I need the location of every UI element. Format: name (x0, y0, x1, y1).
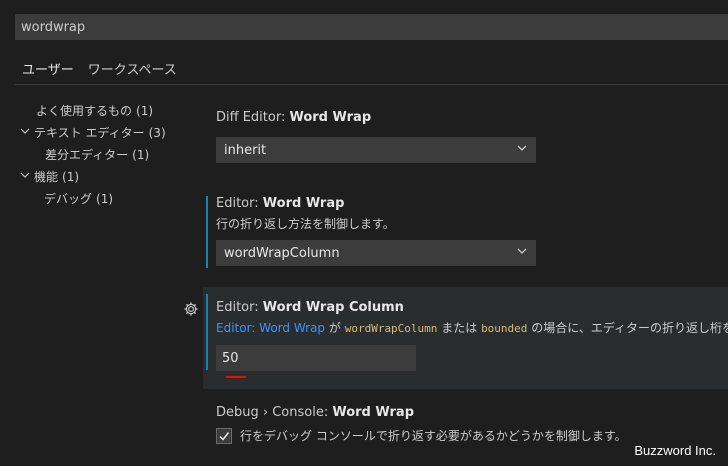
setting-description: 行の折り返し方法を制御します。 (216, 217, 395, 231)
watermark: Buzzword Inc. (634, 443, 716, 458)
select-value: wordWrapColumn (224, 245, 340, 261)
debug-word-wrap-checkbox[interactable] (216, 427, 232, 444)
toc-label: デバッグ (44, 192, 93, 206)
search-input-value[interactable]: wordwrap (21, 20, 85, 35)
setting-editor-word-wrap: Editor: Word Wrap 行の折り返し方法を制御します。 wordWr… (216, 196, 728, 266)
setting-debug-console-word-wrap: Debug › Console: Word Wrap 行をデバッグ コンソールで… (216, 405, 728, 444)
setting-editor-word-wrap-column: Editor: Word Wrap Column Editor: Word Wr… (216, 300, 728, 371)
setting-diff-editor-word-wrap: Diff Editor: Word Wrap inherit (216, 110, 728, 163)
toc-item-diff-editor[interactable]: 差分エディター (1) (31, 146, 149, 163)
modified-indicator (206, 196, 208, 268)
toc-item-features[interactable]: 機能 (1) (20, 168, 79, 185)
scope-tabs: ユーザー ワークスペース (15, 56, 184, 85)
checkbox-label: 行をデバッグ コンソールで折り返す必要があるかどうかを制御します。 (240, 429, 627, 443)
word-wrap-column-input[interactable]: 50 (216, 345, 416, 371)
toc-label: テキスト エディター (34, 126, 145, 140)
chevron-down-icon[interactable] (20, 170, 34, 183)
diff-word-wrap-select[interactable]: inherit (216, 137, 536, 163)
toc-label: 差分エディター (45, 148, 129, 162)
tab-user[interactable]: ユーザー (15, 56, 81, 85)
chevron-down-icon (516, 245, 528, 261)
toc-count: (1) (136, 103, 154, 118)
modified-underline (226, 376, 246, 378)
chevron-down-icon (516, 142, 528, 158)
code-span: bounded (481, 322, 528, 335)
check-icon (219, 431, 230, 441)
toc-item-commonly-used[interactable]: よく使用するもの (1) (22, 102, 153, 119)
toc-item-debug[interactable]: デバッグ (1) (30, 190, 113, 207)
editor-word-wrap-select[interactable]: wordWrapColumn (216, 240, 536, 266)
input-value[interactable]: 50 (222, 351, 239, 366)
toc-label: 機能 (34, 170, 59, 184)
setting-link[interactable]: Editor: Word Wrap (216, 321, 325, 335)
chevron-down-icon[interactable] (20, 126, 34, 139)
setting-description: Editor: Word Wrap が wordWrapColumn または b… (216, 321, 728, 335)
tab-workspace[interactable]: ワークスペース (81, 56, 184, 85)
code-span: wordWrapColumn (344, 322, 438, 335)
toc-count: (3) (148, 125, 166, 140)
checkbox-row: 行をデバッグ コンソールで折り返す必要があるかどうかを制御します。 (216, 427, 728, 444)
toc-count: (1) (62, 169, 80, 184)
toc-count: (1) (96, 191, 114, 206)
gear-icon[interactable] (183, 301, 199, 317)
tabs-divider (15, 84, 728, 85)
setting-title: Debug › Console: Word Wrap (216, 405, 414, 420)
setting-title: Diff Editor: Word Wrap (216, 110, 372, 125)
setting-title: Editor: Word Wrap (216, 196, 345, 211)
toc-item-text-editor[interactable]: テキスト エディター (3) (20, 124, 166, 141)
toc-count: (1) (132, 147, 150, 162)
toc-label: よく使用するもの (36, 104, 133, 118)
settings-search-input[interactable]: wordwrap (15, 14, 728, 40)
setting-title: Editor: Word Wrap Column (216, 300, 404, 315)
select-value: inherit (224, 142, 267, 158)
modified-indicator (206, 294, 208, 370)
